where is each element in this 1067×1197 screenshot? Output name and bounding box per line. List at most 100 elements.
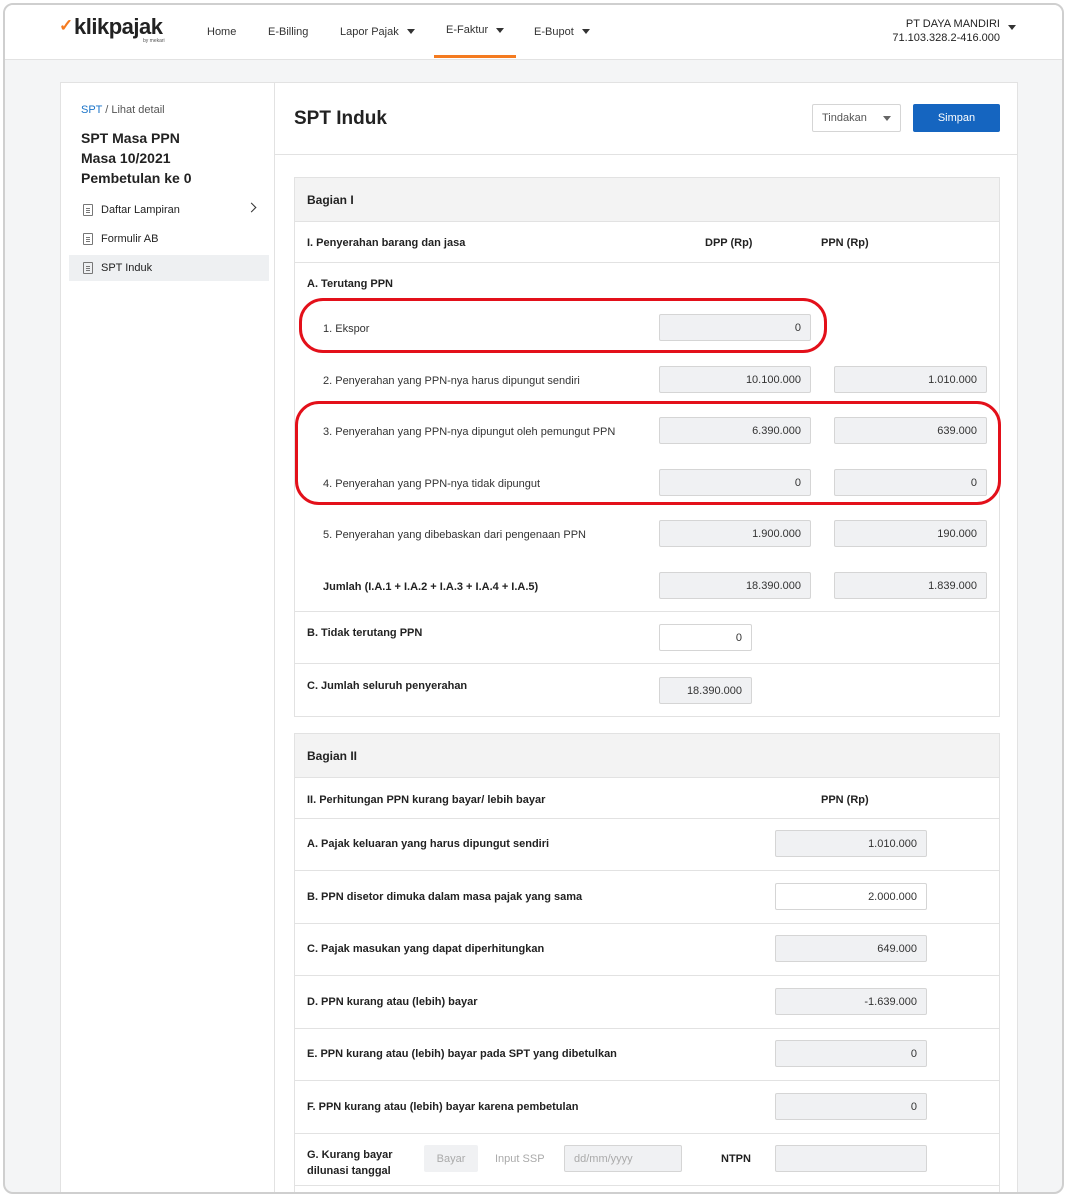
- breadcrumb: SPT / Lihat detail: [81, 104, 165, 116]
- row-2-ppn-field: 1.010.000: [834, 366, 987, 393]
- row-5-dpp-field: 1.900.000: [659, 520, 811, 547]
- sidebar-item-formulir-ab[interactable]: Formulir AB: [69, 226, 269, 252]
- row-3-dpp-field: 6.390.000: [659, 417, 811, 444]
- row-4-label: 4. Penyerahan yang PPN-nya tidak dipungu…: [323, 478, 541, 490]
- document-icon: [83, 233, 93, 245]
- logo-subtext: by mekari: [143, 38, 165, 44]
- row-d-label: D. PPN kurang atau (lebih) bayar: [307, 996, 478, 1008]
- nav-e-billing-label: E-Billing: [268, 25, 309, 38]
- divider: [295, 975, 999, 976]
- row-5-label: 5. Penyerahan yang dibebaskan dari penge…: [323, 529, 586, 541]
- bagian-1-title: Bagian I: [295, 178, 999, 222]
- row-ekspor-label: 1. Ekspor: [323, 323, 370, 335]
- document-icon: [83, 204, 93, 216]
- row-3-ppn-field: 639.000: [834, 417, 987, 444]
- nav-e-faktur[interactable]: E-Faktur: [434, 5, 516, 58]
- tindakan-label: Tindakan: [822, 112, 867, 124]
- caret-down-icon[interactable]: [1008, 25, 1016, 30]
- col-dpp-header: DPP (Rp): [705, 237, 753, 249]
- row-a-label: A. Pajak keluaran yang harus dipungut se…: [307, 838, 550, 850]
- row-4-ppn-field: 0: [834, 469, 987, 496]
- divider: [295, 262, 999, 263]
- row-g-label: G. Kurang bayar dilunasi tanggal: [307, 1147, 393, 1179]
- row-f-label: F. PPN kurang atau (lebih) bayar karena …: [307, 1101, 579, 1113]
- col-ppn-header: PPN (Rp): [821, 237, 869, 249]
- row-b-label: B. PPN disetor dimuka dalam masa pajak y…: [307, 891, 583, 903]
- bagian-2-section: Bagian II II. Perhitungan PPN kurang bay…: [294, 733, 1000, 1192]
- ekspor-dpp-field: 0: [659, 314, 811, 341]
- divider: [295, 611, 999, 612]
- spt-title-period: Masa 10/2021: [81, 150, 171, 166]
- nav-lapor-pajak[interactable]: Lapor Pajak: [340, 5, 415, 58]
- divider: [295, 818, 999, 819]
- input-ssp-link[interactable]: Input SSP: [495, 1153, 545, 1165]
- row-g-label-line1: G. Kurang bayar: [307, 1149, 393, 1161]
- divider: [295, 663, 999, 664]
- spt-title-type: SPT Masa PPN: [81, 130, 180, 146]
- bagian-2-heading: II. Perhitungan PPN kurang bayar/ lebih …: [307, 794, 546, 806]
- row-2-dpp-field: 10.100.000: [659, 366, 811, 393]
- main-header: SPT Induk Tindakan Simpan: [275, 83, 1017, 155]
- nav-e-bupot[interactable]: E-Bupot: [534, 5, 590, 58]
- ntpn-label: NTPN: [721, 1153, 751, 1165]
- logo-text: klikpajak: [74, 14, 163, 39]
- bayar-button[interactable]: Bayar: [424, 1145, 478, 1172]
- section-a-title: A. Terutang PPN: [307, 278, 393, 290]
- caret-down-icon: [883, 116, 891, 121]
- nav-home-label: Home: [207, 25, 237, 38]
- divider: [295, 1185, 999, 1186]
- document-icon: [83, 262, 93, 274]
- row-g-label-line2: dilunasi tanggal: [307, 1165, 391, 1177]
- divider: [295, 923, 999, 924]
- date-input[interactable]: dd/mm/yyyy: [564, 1145, 682, 1172]
- nav-e-faktur-label: E-Faktur: [446, 24, 489, 36]
- caret-down-icon: [406, 29, 415, 34]
- main-panel: SPT Induk Tindakan Simpan Bagian I I. Pe…: [274, 82, 1018, 1192]
- top-navbar: ✓ klikpajak by mekari Home E-Billing Lap…: [5, 5, 1062, 60]
- sidebar-item-label: Formulir AB: [101, 233, 159, 245]
- breadcrumb-link-spt[interactable]: SPT: [81, 104, 102, 116]
- row-3-label: 3. Penyerahan yang PPN-nya dipungut oleh…: [323, 426, 616, 438]
- caret-down-icon: [581, 29, 590, 34]
- nav-home[interactable]: Home: [207, 5, 236, 58]
- company-switcher[interactable]: PT DAYA MANDIRI 71.103.328.2-416.000: [892, 17, 1000, 45]
- row-d-field: -1.639.000: [775, 988, 927, 1015]
- sidebar-item-daftar-lampiran[interactable]: Daftar Lampiran: [69, 197, 269, 223]
- ntpn-field: [775, 1145, 927, 1172]
- company-npwp: 71.103.328.2-416.000: [892, 32, 1000, 44]
- nav-e-billing[interactable]: E-Billing: [268, 5, 308, 58]
- nav-e-bupot-label: E-Bupot: [534, 25, 574, 38]
- breadcrumb-current: / Lihat detail: [102, 104, 165, 116]
- sidebar: SPT / Lihat detail SPT Masa PPN Masa 10/…: [60, 82, 274, 1192]
- row-c-field: 649.000: [775, 935, 927, 962]
- row-a-field: 1.010.000: [775, 830, 927, 857]
- chevron-right-icon: [246, 202, 257, 213]
- bagian-1-section: Bagian I I. Penyerahan barang dan jasa D…: [294, 177, 1000, 717]
- company-name: PT DAYA MANDIRI: [905, 18, 1000, 30]
- nav-lapor-pajak-label: Lapor Pajak: [340, 25, 399, 38]
- jumlah-seluruh-label: C. Jumlah seluruh penyerahan: [307, 680, 468, 692]
- row-4-dpp-field: 0: [659, 469, 811, 496]
- simpan-button[interactable]: Simpan: [913, 104, 1000, 132]
- jumlah-dpp-field: 18.390.000: [659, 572, 811, 599]
- jumlah-label: Jumlah (I.A.1 + I.A.2 + I.A.3 + I.A.4 + …: [323, 581, 539, 593]
- row-5-ppn-field: 190.000: [834, 520, 987, 547]
- spt-title: SPT Masa PPN Masa 10/2021 Pembetulan ke …: [81, 128, 192, 188]
- jumlah-seluruh-field: 18.390.000: [659, 677, 752, 704]
- tidak-terutang-input[interactable]: 0: [659, 624, 752, 651]
- spt-title-revision: Pembetulan ke 0: [81, 170, 192, 186]
- tindakan-dropdown[interactable]: Tindakan: [812, 104, 901, 132]
- row-c-label: C. Pajak masukan yang dapat diperhitungk…: [307, 943, 545, 955]
- row-b-input[interactable]: 2.000.000: [775, 883, 927, 910]
- browser-frame: ✓ klikpajak by mekari Home E-Billing Lap…: [3, 3, 1064, 1194]
- sidebar-item-spt-induk[interactable]: SPT Induk: [69, 255, 269, 281]
- klikpajak-logo[interactable]: ✓ klikpajak by mekari: [59, 14, 179, 48]
- tidak-terutang-label: B. Tidak terutang PPN: [307, 627, 423, 639]
- page-title: SPT Induk: [294, 108, 387, 129]
- bagian-2-title: Bagian II: [295, 734, 999, 778]
- divider: [295, 1080, 999, 1081]
- divider: [295, 870, 999, 871]
- row-f-field: 0: [775, 1093, 927, 1120]
- jumlah-ppn-field: 1.839.000: [834, 572, 987, 599]
- row-e-label: E. PPN kurang atau (lebih) bayar pada SP…: [307, 1048, 617, 1060]
